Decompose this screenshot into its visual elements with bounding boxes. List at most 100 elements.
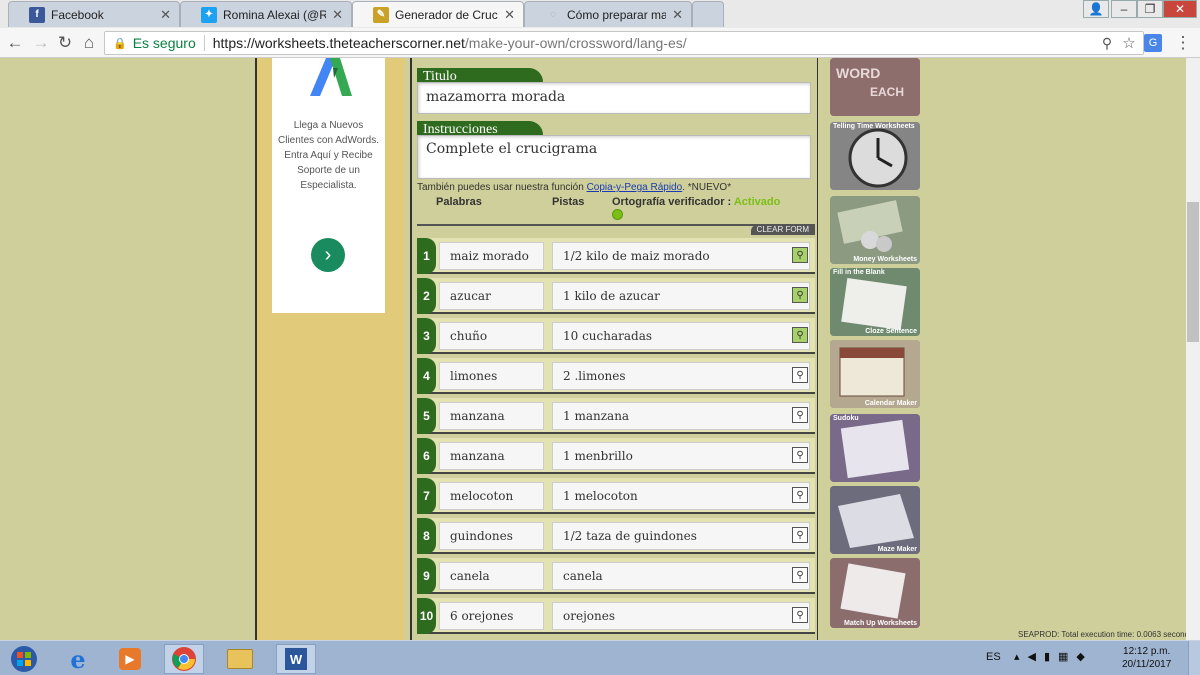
- word-input[interactable]: maiz morado: [439, 242, 544, 270]
- bookmark-star-icon[interactable]: ☆: [1118, 32, 1140, 54]
- zoom-icon[interactable]: ⚲: [1096, 32, 1118, 54]
- close-icon[interactable]: ✕: [504, 7, 515, 23]
- profile-icon[interactable]: 👤: [1083, 0, 1109, 18]
- word-icon[interactable]: W: [276, 644, 316, 674]
- magnifier-icon[interactable]: ⚲: [792, 287, 808, 303]
- clock-icon: [830, 122, 920, 190]
- show-desktop-button[interactable]: [1188, 641, 1200, 675]
- thumb-top-text: Sudoku: [833, 415, 859, 422]
- tab-mazamorra[interactable]: ◌ Cómo preparar mazamo ✕: [524, 1, 692, 27]
- clue-input[interactable]: 1/2 taza de guindones: [552, 522, 810, 550]
- internet-explorer-icon[interactable]: e: [58, 644, 98, 674]
- close-window-button[interactable]: ✕: [1163, 0, 1197, 18]
- back-arrow-icon[interactable]: ←: [4, 32, 26, 54]
- svg-text:EACH: EACH: [870, 85, 904, 99]
- close-icon[interactable]: ✕: [160, 7, 171, 23]
- word-input[interactable]: melocoton: [439, 482, 544, 510]
- word-input[interactable]: manzana: [439, 402, 544, 430]
- word-input[interactable]: azucar: [439, 282, 544, 310]
- word-input[interactable]: chuño: [439, 322, 544, 350]
- magnifier-icon[interactable]: ⚲: [792, 447, 808, 463]
- match-up-thumbnail[interactable]: Match Up Worksheets: [830, 558, 920, 628]
- tab-crossword[interactable]: ✎ Generador de Crucigram ✕: [352, 1, 524, 27]
- windows-taskbar: e ▶ W ES ▴◀▮▦◆ 12:12 p.m. 20/11/2017: [0, 640, 1200, 675]
- scrollbar-thumb[interactable]: [1187, 202, 1199, 342]
- word-input[interactable]: manzana: [439, 442, 544, 470]
- word-row: 5 manzana 1 manzana ⚲: [417, 398, 815, 434]
- maximize-button[interactable]: ❐: [1137, 0, 1163, 18]
- crossword-icon: ✎: [373, 6, 389, 23]
- divider: [203, 35, 205, 51]
- word-input[interactable]: guindones: [439, 522, 544, 550]
- copy-paste-link[interactable]: Copia-y-Pega Rápido: [587, 182, 683, 193]
- new-tab-button[interactable]: [692, 1, 724, 27]
- minimize-button[interactable]: –: [1111, 0, 1137, 18]
- clue-input[interactable]: 1 kilo de azucar: [552, 282, 810, 310]
- maze-maker-thumbnail[interactable]: Maze Maker: [830, 486, 920, 554]
- close-icon[interactable]: ✕: [332, 7, 343, 23]
- instructions-textarea[interactable]: Complete el crucigrama: [417, 135, 811, 179]
- clue-input[interactable]: 2 .limones: [552, 362, 810, 390]
- lock-icon: 🔒: [113, 37, 127, 50]
- word-input[interactable]: 6 orejones: [439, 602, 544, 630]
- clue-input[interactable]: 1 manzana: [552, 402, 810, 430]
- telling-time-thumbnail[interactable]: Telling Time Worksheets: [830, 122, 920, 190]
- title-input[interactable]: mazamorra morada: [417, 82, 811, 114]
- tab-title: Generador de Crucigram: [395, 7, 498, 22]
- clue-input[interactable]: canela: [552, 562, 810, 590]
- vertical-scrollbar[interactable]: [1186, 58, 1200, 640]
- clock[interactable]: 12:12 p.m. 20/11/2017: [1122, 645, 1171, 671]
- word-input[interactable]: canela: [439, 562, 544, 590]
- cloze-sentence-thumbnail[interactable]: Fill in the Blank Cloze Sentence: [830, 268, 920, 336]
- home-icon[interactable]: ⌂: [78, 32, 100, 54]
- row-number: 1: [417, 238, 436, 274]
- clear-form-button[interactable]: CLEAR FORM: [750, 225, 815, 235]
- magnifier-icon[interactable]: ⚲: [792, 367, 808, 383]
- reload-icon[interactable]: ↻: [54, 32, 76, 54]
- magnifier-icon[interactable]: ⚲: [792, 527, 808, 543]
- start-button[interactable]: [0, 644, 48, 674]
- clock-time: 12:12 p.m.: [1123, 646, 1171, 657]
- chrome-icon[interactable]: [164, 644, 204, 674]
- close-icon[interactable]: ✕: [672, 7, 683, 23]
- secure-indicator[interactable]: 🔒 Es seguro: [113, 35, 196, 51]
- magnifier-icon[interactable]: ⚲: [792, 407, 808, 423]
- thumb-label: Money Worksheets: [853, 256, 917, 263]
- word-row: 3 chuño 10 cucharadas ⚲: [417, 318, 815, 354]
- forward-arrow-icon[interactable]: →: [30, 32, 52, 54]
- clue-input[interactable]: 1 menbrillo: [552, 442, 810, 470]
- sudoku-thumbnail[interactable]: Sudoku: [830, 414, 920, 482]
- word-search-thumbnail[interactable]: WORD EACH: [830, 58, 920, 116]
- translate-icon[interactable]: G: [1144, 34, 1162, 52]
- magnifier-icon[interactable]: ⚲: [792, 487, 808, 503]
- chevron-right-icon[interactable]: ›: [311, 238, 345, 272]
- file-explorer-icon[interactable]: [220, 644, 260, 674]
- worksheet-thumbnails: WORD EACH Telling Time Worksheets Money W…: [828, 58, 922, 640]
- system-tray-icons[interactable]: ▴◀▮▦◆: [1014, 650, 1093, 663]
- money-icon: [830, 196, 920, 264]
- menu-icon[interactable]: ⋮: [1172, 32, 1194, 54]
- clear-bar: CLEAR FORM: [417, 224, 815, 236]
- magnifier-icon[interactable]: ⚲: [792, 327, 808, 343]
- magnifier-icon[interactable]: ⚲: [792, 247, 808, 263]
- spell-check-status[interactable]: Activado: [734, 196, 780, 208]
- row-number: 10: [417, 598, 436, 634]
- tab-twitter[interactable]: ✦ Romina Alexai (@Romina ✕: [180, 1, 352, 27]
- tab-facebook[interactable]: f Facebook ✕: [8, 1, 180, 27]
- address-bar[interactable]: 🔒 Es seguro https://worksheets.theteache…: [104, 31, 1144, 55]
- word-row: 2 azucar 1 kilo de azucar ⚲: [417, 278, 815, 314]
- media-player-icon[interactable]: ▶: [110, 644, 150, 674]
- word-input[interactable]: limones: [439, 362, 544, 390]
- clue-input[interactable]: 10 cucharadas: [552, 322, 810, 350]
- clue-input[interactable]: 1 melocoton: [552, 482, 810, 510]
- calendar-maker-thumbnail[interactable]: Calendar Maker: [830, 340, 920, 408]
- money-worksheets-thumbnail[interactable]: Money Worksheets: [830, 196, 920, 264]
- clue-input[interactable]: orejones: [552, 602, 810, 630]
- thumb-label: Cloze Sentence: [865, 328, 917, 335]
- adwords-ad[interactable]: Llega a Nuevos Clientes con AdWords. Ent…: [272, 58, 385, 313]
- language-indicator[interactable]: ES: [986, 651, 1001, 663]
- magnifier-icon[interactable]: ⚲: [792, 607, 808, 623]
- clue-input[interactable]: 1/2 kilo de maiz morado: [552, 242, 810, 270]
- magnifier-icon[interactable]: ⚲: [792, 567, 808, 583]
- check-icon: [612, 209, 623, 220]
